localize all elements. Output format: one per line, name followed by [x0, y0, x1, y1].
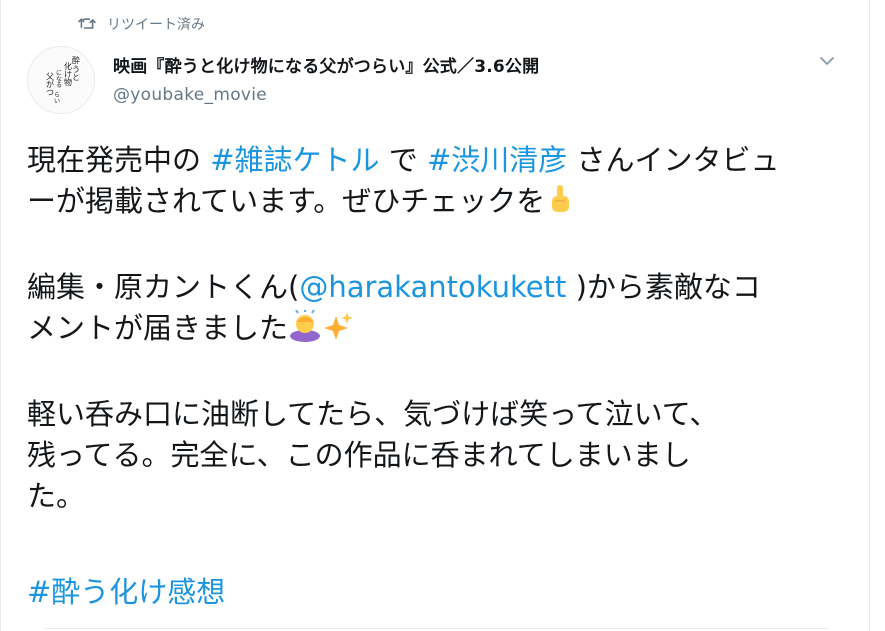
point-up-icon [545, 183, 575, 226]
svg-text:つ: つ [46, 88, 54, 97]
tweet-card: リツイート済み 酔 う と 化 け 物 に な る 父 が つ ら い 映画『酔… [0, 0, 870, 631]
svg-text:と: と [72, 73, 80, 82]
mention-link[interactable]: @harakantokukett [299, 270, 566, 304]
user-handle[interactable]: @youbake_movie [113, 85, 539, 105]
text-segment: メントが届きました [27, 311, 289, 345]
display-name[interactable]: 映画『酔うと化け物になる父がつらい』公式／3.6公開 [113, 52, 539, 77]
svg-text:る: る [56, 82, 62, 89]
hashtag-link-kettle[interactable]: #雑誌ケトル [210, 143, 379, 177]
retweet-icon [78, 18, 96, 29]
svg-text:酔: 酔 [72, 55, 80, 65]
text-segment: ーが掲載されています。ぜひチェックを [27, 184, 546, 218]
svg-text:物: 物 [64, 77, 72, 87]
divider [45, 628, 829, 629]
paragraph-2: 編集・原カントくん(@harakantokukett )から素敵なコ メントが届… [27, 267, 847, 353]
text-segment: で [379, 143, 427, 177]
paragraph-3: 軽い呑み口に油断してたら、気づけば笑って泣いて、 残ってる。完全に、この作品に呑… [27, 394, 847, 517]
retweet-label: リツイート済み [107, 17, 205, 33]
hashtag-link-impressions[interactable]: #酔う化け感想 [27, 575, 225, 609]
text-segment: た。 [27, 479, 86, 513]
text-segment: 現在発売中の [27, 143, 211, 177]
text-segment: 編集・原カントくん( [27, 270, 300, 304]
avatar-logo: 酔 う と 化 け 物 に な る 父 が つ ら い [29, 48, 94, 113]
text-segment: さんインタビュ [567, 143, 780, 177]
author-block[interactable]: 映画『酔うと化け物になる父がつらい』公式／3.6公開 @youbake_movi… [113, 52, 539, 105]
paragraph-1: 現在発売中の #雑誌ケトル で #渋川清彦 さんインタビュ ーが掲載されています… [27, 140, 847, 226]
chevron-down-icon[interactable] [817, 53, 837, 69]
retweet-context[interactable]: リツイート済み [77, 14, 205, 34]
hashtag-line: #酔う化け感想 [27, 572, 225, 613]
bowing-person-icon [288, 309, 322, 353]
svg-text:い: い [54, 98, 60, 105]
tweet-body: 現在発売中の #雑誌ケトル で #渋川清彦 さんインタビュ ーが掲載されています… [27, 140, 847, 517]
hashtag-link-shibukawa[interactable]: #渋川清彦 [427, 143, 567, 177]
text-segment: )から素敵なコ [566, 270, 761, 304]
sparkles-icon [322, 310, 354, 353]
avatar[interactable]: 酔 う と 化 け 物 に な る 父 が つ ら い [27, 46, 95, 114]
text-segment: 軽い呑み口に油断してたら、気づけば笑って泣いて、 [27, 397, 719, 431]
text-segment: 残ってる。完全に、この作品に呑まれてしまいまし [27, 438, 691, 472]
